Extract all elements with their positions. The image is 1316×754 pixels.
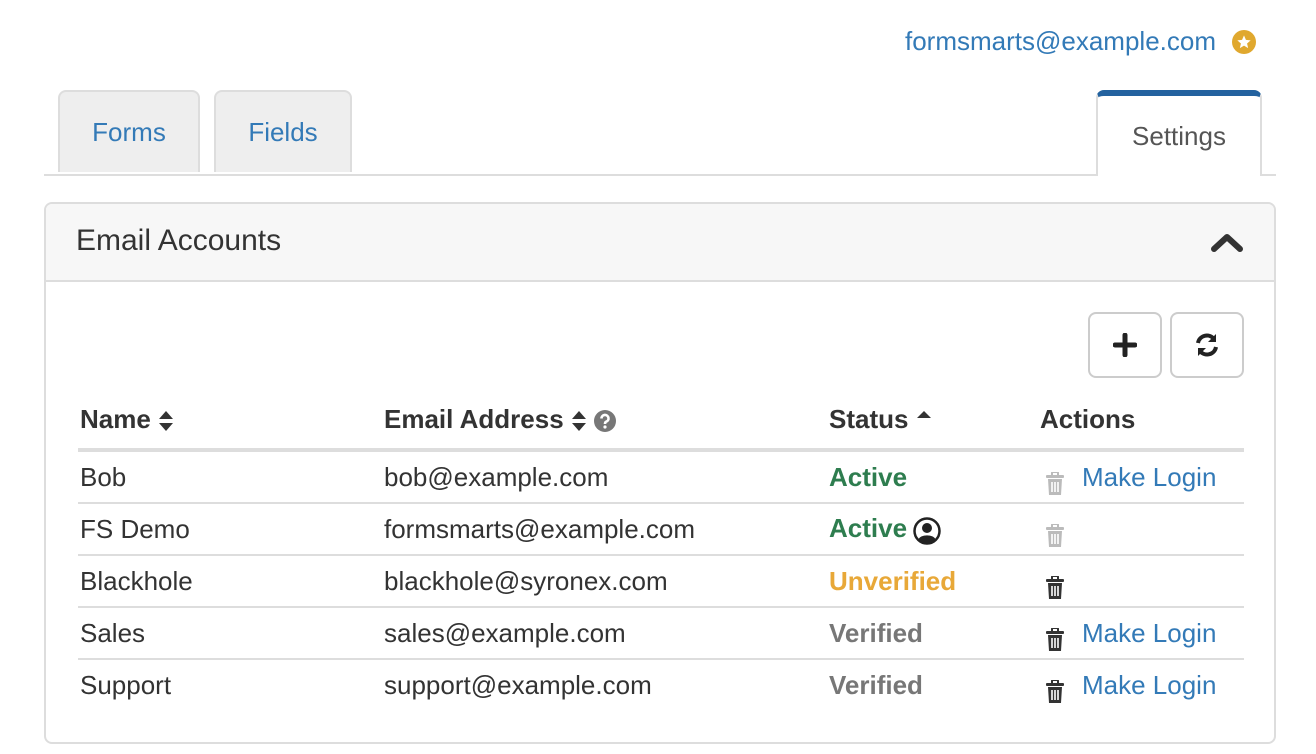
- cell-status: Active: [827, 502, 1038, 555]
- user-bar: formsmarts@example.com: [905, 26, 1256, 57]
- tab-forms[interactable]: Forms: [58, 90, 200, 172]
- table-row: Support support@example.com Verified Make L…: [78, 658, 1244, 710]
- status-badge: Verified: [829, 617, 923, 648]
- column-header-name[interactable]: Name: [78, 390, 382, 452]
- user-email-link[interactable]: formsmarts@example.com: [905, 26, 1216, 57]
- chevron-up-icon[interactable]: [1210, 230, 1244, 254]
- tab-fields[interactable]: Fields: [214, 90, 352, 172]
- sort-both-icon: [159, 410, 174, 431]
- cell-email: bob@example.com: [384, 461, 609, 492]
- make-login-link[interactable]: Make Login: [1082, 618, 1216, 648]
- tab-bar: Forms Fields Settings: [44, 90, 1276, 176]
- status-badge: Active: [829, 461, 908, 492]
- email-accounts-table: Name Email Address Status Actions Bob bob…: [78, 390, 1244, 710]
- cell-name: Blackhole: [78, 554, 382, 607]
- plus-icon: [1113, 333, 1137, 357]
- sort-ascending-icon: [916, 410, 931, 418]
- cell-actions: Make Login: [1038, 606, 1244, 659]
- add-account-button[interactable]: [1088, 312, 1162, 378]
- question-circle-icon[interactable]: [594, 409, 617, 432]
- cell-email: blackhole@syronex.com: [382, 554, 827, 607]
- status-badge: Unverified: [829, 565, 957, 596]
- table-row: Sales sales@example.com Verified Make Login: [78, 606, 1244, 659]
- cell-email: sales@example.com: [382, 606, 827, 659]
- cell-name: Support: [78, 658, 382, 710]
- cell-status: Verified: [827, 658, 1038, 710]
- login-user-icon: [913, 513, 941, 545]
- trash-icon: [1044, 467, 1066, 495]
- cell-name: FS Demo: [78, 502, 382, 555]
- cell-name: Bob: [80, 461, 127, 492]
- panel-title: Email Accounts: [76, 224, 282, 257]
- cell-actions: Make Login: [1038, 658, 1244, 710]
- tab-settings[interactable]: Settings: [1096, 90, 1262, 176]
- trash-icon[interactable]: [1044, 571, 1066, 599]
- trash-icon[interactable]: [1044, 675, 1066, 703]
- status-badge: Verified: [829, 669, 923, 700]
- trash-icon: [1044, 519, 1066, 547]
- trash-icon[interactable]: [1044, 623, 1066, 651]
- email-accounts-panel: Email Accounts Name Email Address Status…: [44, 202, 1276, 744]
- cell-email: support@example.com: [382, 658, 827, 710]
- column-header-status[interactable]: Status: [827, 390, 1038, 452]
- cell-email: formsmarts@example.com: [382, 502, 827, 555]
- panel-heading: Email Accounts: [46, 204, 1274, 282]
- table-header-row: Name Email Address Status Actions: [78, 390, 1244, 452]
- refresh-icon: [1196, 333, 1218, 357]
- cell-actions: [1038, 502, 1244, 555]
- refresh-button[interactable]: [1170, 312, 1244, 378]
- table-row: Bob bob@example.com Active Make Login: [78, 450, 1244, 503]
- cell-name: Sales: [78, 606, 382, 659]
- column-header-actions: Actions: [1038, 390, 1244, 452]
- cell-status: Unverified: [827, 554, 1038, 607]
- status-badge: Active: [829, 513, 908, 544]
- make-login-link[interactable]: Make Login: [1082, 462, 1216, 492]
- cell-status: Active: [827, 450, 1038, 503]
- make-login-link[interactable]: Make Login: [1082, 670, 1216, 700]
- column-header-email[interactable]: Email Address: [382, 390, 827, 452]
- star-icon: [1232, 29, 1256, 54]
- cell-actions: [1038, 554, 1244, 607]
- sort-both-icon: [571, 410, 586, 431]
- table-row: FS Demo formsmarts@example.com Active: [78, 502, 1244, 555]
- cell-actions: Make Login: [1038, 450, 1244, 503]
- table-row: Blackhole blackhole@syronex.com Unverified: [78, 554, 1244, 607]
- cell-status: Verified: [827, 606, 1038, 659]
